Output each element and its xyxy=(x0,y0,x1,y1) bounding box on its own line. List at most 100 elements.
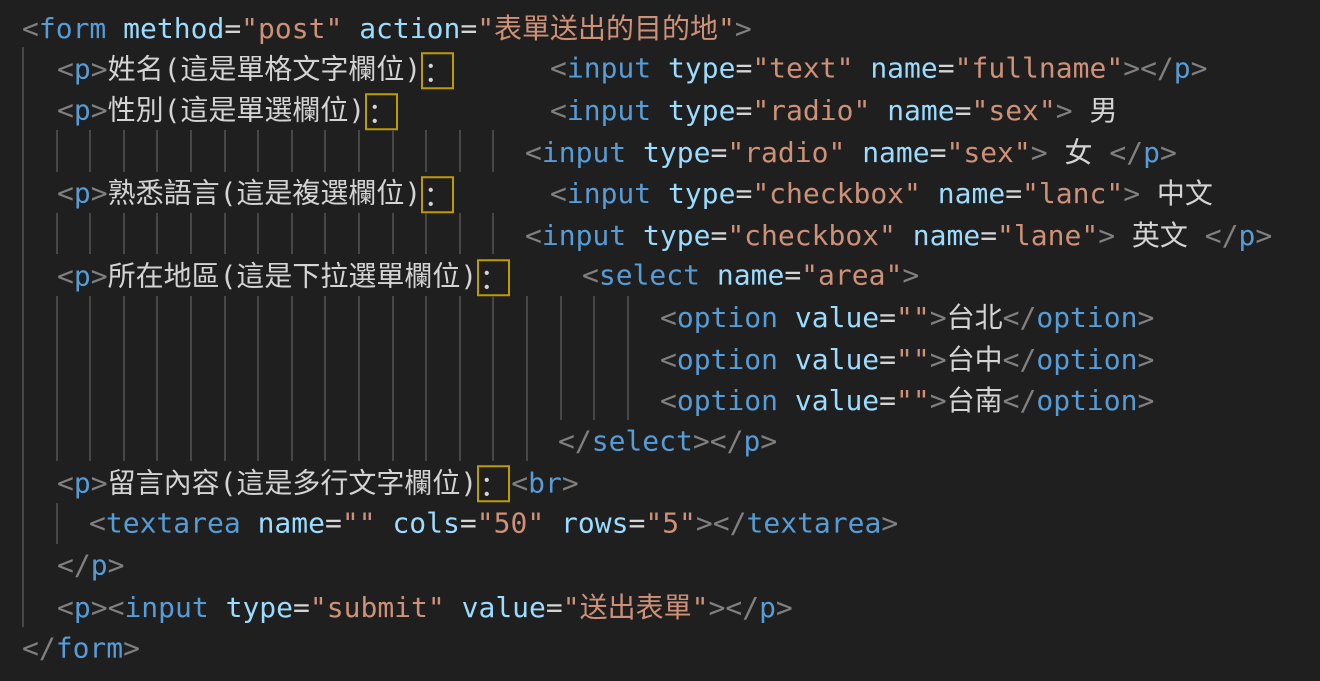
code-token-string: "表單送出的目的地" xyxy=(477,12,735,45)
indent-guide xyxy=(526,296,528,337)
indent-guide xyxy=(257,296,259,337)
code-line[interactable]: <option value="">台南</option> xyxy=(0,379,1320,420)
code-token-punctuation: < xyxy=(108,591,125,624)
indent-guide xyxy=(257,130,259,171)
indent-guide xyxy=(492,379,494,420)
code-line[interactable]: <p>留言內容(這是多行文字欄位)：<br> xyxy=(0,461,1320,502)
code-line[interactable]: <input type="checkbox" name="lane"> 英文 <… xyxy=(0,213,1320,254)
indent-guide xyxy=(459,420,461,461)
code-line[interactable]: <input type="radio" name="sex"> 女 </p> xyxy=(0,130,1320,171)
code-token-punctuation: </ xyxy=(1003,301,1037,334)
indent-guide xyxy=(156,420,158,461)
indent-guide xyxy=(526,379,528,420)
code-token-text xyxy=(651,94,668,127)
code-token-punctuation: > xyxy=(123,631,140,664)
code-line[interactable]: <p>所在地區(這是下拉選單欄位)：<select name="area"> xyxy=(0,254,1320,295)
indent-guide xyxy=(425,420,427,461)
code-token-punctuation: > xyxy=(930,301,947,334)
code-line[interactable]: <option value="">台北</option> xyxy=(0,296,1320,337)
code-token-punctuation: < xyxy=(660,384,677,417)
code-token-operator: = xyxy=(879,343,896,376)
code-token-punctuation: < xyxy=(582,259,599,292)
code-token-text: 所在地區(這是下拉選單欄位) xyxy=(108,259,478,292)
code-token-punctuation: < xyxy=(57,591,74,624)
unicode-highlight-box: ： xyxy=(477,259,510,296)
indent-guide xyxy=(156,337,158,378)
code-token-operator: = xyxy=(938,52,955,85)
code-token-operator: = xyxy=(546,591,563,624)
code-token-string: "50" xyxy=(477,507,544,540)
code-token-attribute: type xyxy=(226,591,293,624)
indent-guide xyxy=(358,337,360,378)
code-line[interactable]: <option value="">台中</option> xyxy=(0,337,1320,378)
indent-guide xyxy=(459,130,461,171)
code-line[interactable]: <p><input type="submit" value="送出表單"></p… xyxy=(0,585,1320,626)
code-segment: <option value="">台北</option> xyxy=(660,296,1154,336)
indent-guide xyxy=(224,379,226,420)
code-token-attribute: name xyxy=(717,259,784,292)
code-token-operator: = xyxy=(735,94,752,127)
code-token-punctuation: > xyxy=(91,259,108,292)
code-token-punctuation: < xyxy=(550,52,567,85)
indent-guide xyxy=(627,296,629,337)
code-token-punctuation: < xyxy=(57,94,74,127)
indent-guide xyxy=(22,89,24,130)
code-token-punctuation: < xyxy=(22,12,39,45)
code-token-punctuation: > xyxy=(1056,94,1073,127)
code-token-text xyxy=(778,384,795,417)
code-segment: <textarea name="" cols="50" rows="5"></t… xyxy=(89,507,898,540)
code-line[interactable]: <form method="post" action="表單送出的目的地"> xyxy=(0,6,1320,47)
code-line[interactable]: <p>性別(這是單選欄位)：<input type="radio" name="… xyxy=(0,89,1320,130)
code-token-punctuation: < xyxy=(550,177,567,210)
code-editor[interactable]: <form method="post" action="表單送出的目的地"><p… xyxy=(0,0,1320,681)
code-token-punctuation: < xyxy=(57,52,74,85)
indent-guide xyxy=(156,130,158,171)
code-token-text xyxy=(651,177,668,210)
code-token-punctuation: > xyxy=(91,177,108,210)
indent-guide xyxy=(560,337,562,378)
code-line[interactable]: </select></p> xyxy=(0,420,1320,461)
code-token-tag: option xyxy=(677,301,778,334)
code-line[interactable]: </p> xyxy=(0,544,1320,585)
code-token-tag: textarea xyxy=(106,507,241,540)
indent-guide xyxy=(324,337,326,378)
code-token-tag: p xyxy=(74,177,91,210)
code-token-text: 留言內容(這是多行文字欄位) xyxy=(108,466,478,499)
code-token-punctuation: > xyxy=(930,343,947,376)
indent-guide xyxy=(22,379,24,420)
indent-guide xyxy=(392,379,394,420)
indent-guide xyxy=(56,379,58,420)
code-token-attribute: rows xyxy=(561,507,628,540)
code-token-tag: option xyxy=(677,384,778,417)
code-token-text xyxy=(376,507,393,540)
code-token-text: 英文 xyxy=(1115,219,1205,252)
indent-guide xyxy=(459,337,461,378)
code-token-text xyxy=(651,52,668,85)
code-line[interactable]: <p>熟悉語言(這是複選欄位)：<input type="checkbox" n… xyxy=(0,172,1320,213)
code-line[interactable]: <p>姓名(這是單格文字欄位)：<input type="text" name=… xyxy=(0,47,1320,88)
code-line[interactable]: <textarea name="" cols="50" rows="5"></t… xyxy=(0,503,1320,544)
indent-guide xyxy=(22,544,24,585)
code-line[interactable]: </form> xyxy=(0,627,1320,668)
code-token-operator: = xyxy=(325,507,342,540)
code-token-tag: input xyxy=(567,177,651,210)
indent-guide xyxy=(56,337,58,378)
indent-guide xyxy=(291,337,293,378)
indent-guide xyxy=(392,420,394,461)
code-token-attribute: type xyxy=(668,177,735,210)
indent-guide xyxy=(324,379,326,420)
code-token-tag: p xyxy=(1239,219,1256,252)
code-segment: </form> xyxy=(22,631,140,664)
code-token-tag: select xyxy=(592,424,693,457)
indent-guide xyxy=(123,379,125,420)
code-token-tag: p xyxy=(743,424,760,457)
code-token-operator: = xyxy=(980,219,997,252)
indent-guide xyxy=(257,213,259,254)
indent-guide xyxy=(56,296,58,337)
indent-guide xyxy=(224,420,226,461)
indent-guide xyxy=(492,420,494,461)
indent-guide xyxy=(224,130,226,171)
code-token-tag: p xyxy=(1143,136,1160,169)
code-token-punctuation: > xyxy=(760,424,777,457)
code-token-text xyxy=(778,343,795,376)
